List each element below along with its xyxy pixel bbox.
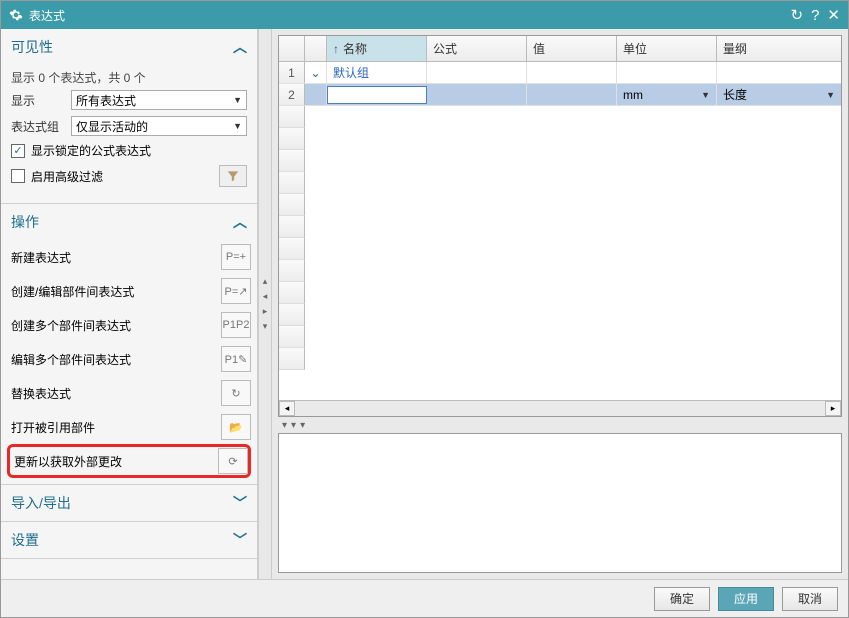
filter-button[interactable]: [219, 165, 247, 187]
col-formula[interactable]: 公式: [427, 36, 527, 61]
chevron-up-icon: ︿: [233, 212, 247, 232]
cancel-button[interactable]: 取消: [782, 587, 838, 611]
scroll-left-icon[interactable]: ◂: [279, 401, 295, 416]
section-actions: 操作 ︿ 新建表达式 P=+ 创建/编辑部件间表达式 P=↗ 创建多个部件间表达…: [1, 204, 257, 485]
panel-splitter[interactable]: ▴ ◂ ▸ ▾: [258, 29, 272, 579]
cell-formula[interactable]: [427, 62, 527, 83]
show-label: 显示: [11, 92, 71, 109]
chevron-up-icon: ︿: [233, 37, 247, 57]
open-referenced-icon: 📂: [221, 414, 251, 440]
action-edit-multi-interpart[interactable]: 编辑多个部件间表达式 P1✎: [7, 342, 251, 376]
edit-multi-icon: P1✎: [221, 346, 251, 372]
group-label: 表达式组: [11, 118, 71, 135]
action-replace-expression[interactable]: 替换表达式 ↻: [7, 376, 251, 410]
expand-icon[interactable]: [305, 84, 327, 105]
sidebar: 可见性 ︿ 显示 0 个表达式，共 0 个 显示 所有表达式 ▼ 表达式组 仅显…: [1, 29, 258, 579]
action-open-referenced-parts[interactable]: 打开被引用部件 📂: [7, 410, 251, 444]
action-create-edit-interpart[interactable]: 创建/编辑部件间表达式 P=↗: [7, 274, 251, 308]
chevron-down-icon: ▼: [826, 90, 835, 100]
titlebar: 表达式 ↻ ? ✕: [1, 1, 848, 29]
reset-icon[interactable]: ↻: [791, 6, 804, 24]
section-settings: 设置 ﹀: [1, 522, 257, 559]
checkbox-unchecked-icon: [11, 169, 25, 183]
footer: 确定 应用 取消: [1, 579, 848, 617]
action-update-external-changes[interactable]: 更新以获取外部更改 ⟳: [7, 444, 251, 478]
section-visibility: 可见性 ︿ 显示 0 个表达式，共 0 个 显示 所有表达式 ▼ 表达式组 仅显…: [1, 29, 257, 204]
showlocked-checkbox[interactable]: ✓ 显示锁定的公式表达式: [11, 142, 247, 159]
triangle-left-icon: ▴: [263, 276, 268, 287]
chevron-down-icon: ▾: [282, 420, 287, 431]
gear-icon: [9, 8, 23, 22]
group-dropdown[interactable]: 仅显示活动的 ▼: [71, 116, 247, 136]
section-io: 导入/导出 ﹀: [1, 485, 257, 522]
cell-unit-dropdown[interactable]: mm ▼: [617, 84, 717, 105]
notes-dropdown-handle[interactable]: ▾ ▾ ▾: [278, 417, 842, 433]
multi-interpart-icon: P1P2: [221, 312, 251, 338]
cell-value[interactable]: [527, 84, 617, 105]
section-header-io[interactable]: 导入/导出 ﹀: [1, 485, 257, 521]
visibility-status: 显示 0 个表达式，共 0 个: [11, 69, 247, 86]
window-title: 表达式: [29, 7, 65, 24]
triangle-right-icon: ▸: [263, 306, 268, 317]
chevron-down-icon: ▾: [300, 420, 305, 431]
horizontal-scrollbar[interactable]: ◂ ▸: [279, 400, 841, 416]
chevron-down-icon: ▼: [233, 95, 242, 105]
table-row[interactable]: 2 mm ▼ 长度 ▼: [279, 84, 841, 106]
content-area: ↑ 名称 公式 值 单位 量纲 1 ⌄ 默认组: [272, 29, 848, 579]
section-header-visibility[interactable]: 可见性 ︿: [1, 29, 257, 65]
apply-button[interactable]: 应用: [718, 587, 774, 611]
checkbox-checked-icon: ✓: [11, 144, 25, 158]
action-create-multi-interpart[interactable]: 创建多个部件间表达式 P1P2: [7, 308, 251, 342]
update-icon: ⟳: [218, 448, 248, 474]
table-row[interactable]: 1 ⌄ 默认组: [279, 62, 841, 84]
col-name[interactable]: ↑ 名称: [327, 36, 427, 61]
expressions-table: ↑ 名称 公式 值 单位 量纲 1 ⌄ 默认组: [278, 35, 842, 417]
cell-formula[interactable]: [427, 84, 527, 105]
replace-icon: ↻: [221, 380, 251, 406]
cell-name-input[interactable]: [327, 86, 427, 104]
section-header-settings[interactable]: 设置 ﹀: [1, 522, 257, 558]
new-expression-icon: P=+: [221, 244, 251, 270]
funnel-icon: [226, 169, 240, 183]
cell-name[interactable]: 默认组: [327, 62, 427, 83]
chevron-down-icon: ﹀: [233, 530, 247, 550]
enablefilter-checkbox[interactable]: 启用高级过滤: [11, 168, 103, 185]
cell-unit[interactable]: [617, 62, 717, 83]
ok-button[interactable]: 确定: [654, 587, 710, 611]
cell-dim-dropdown[interactable]: 长度 ▼: [717, 84, 841, 105]
col-value[interactable]: 值: [527, 36, 617, 61]
table-header: ↑ 名称 公式 值 单位 量纲: [279, 36, 841, 62]
triangle-down-icon: ▾: [263, 321, 268, 332]
chevron-down-icon: ▾: [291, 420, 296, 431]
chevron-down-icon: ▼: [233, 121, 242, 131]
chevron-down-icon: ﹀: [233, 493, 247, 513]
col-dimension[interactable]: 量纲: [717, 36, 841, 61]
expand-icon[interactable]: ⌄: [305, 62, 327, 83]
scroll-right-icon[interactable]: ▸: [825, 401, 841, 416]
table-body: 1 ⌄ 默认组 2 mm ▼: [279, 62, 841, 400]
section-header-actions[interactable]: 操作 ︿: [1, 204, 257, 240]
show-dropdown[interactable]: 所有表达式 ▼: [71, 90, 247, 110]
col-unit[interactable]: 单位: [617, 36, 717, 61]
notes-area[interactable]: [278, 433, 842, 573]
cell-value[interactable]: [527, 62, 617, 83]
col-expand[interactable]: [305, 36, 327, 61]
cell-dim[interactable]: [717, 62, 841, 83]
col-rownum[interactable]: [279, 36, 305, 61]
action-new-expression[interactable]: 新建表达式 P=+: [7, 240, 251, 274]
chevron-down-icon: ▼: [701, 90, 710, 100]
interpart-icon: P=↗: [221, 278, 251, 304]
close-icon[interactable]: ✕: [827, 6, 840, 24]
triangle-left-icon: ◂: [263, 291, 268, 302]
sort-arrow-icon: ↑: [333, 42, 339, 56]
help-icon[interactable]: ?: [811, 7, 819, 24]
